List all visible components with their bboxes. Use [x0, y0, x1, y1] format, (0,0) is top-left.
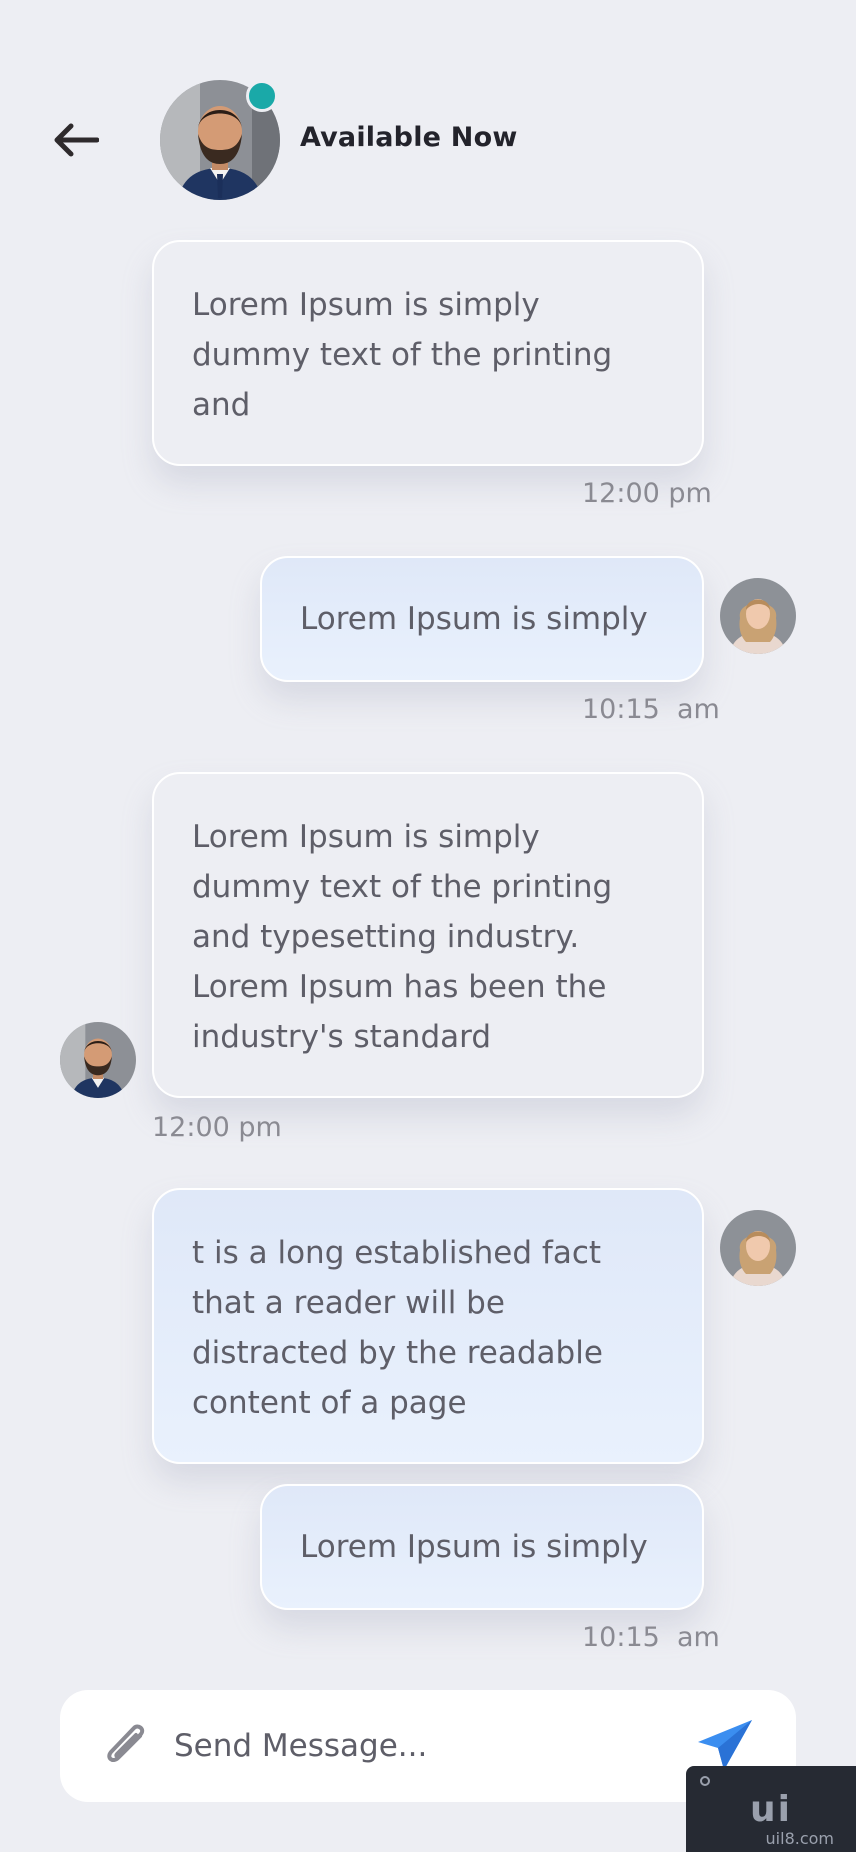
watermark-subtext: uil8.com	[765, 1829, 834, 1848]
arrow-left-icon	[54, 123, 99, 157]
message-bubble-incoming[interactable]: Lorem Ipsum is simply dummy text of the …	[152, 772, 704, 1098]
message-text: Lorem Ipsum is simply	[300, 1529, 648, 1565]
message-time: 12:00 pm	[152, 1112, 282, 1143]
message-text: Lorem Ipsum is simply	[300, 601, 648, 637]
message-bubble-outgoing[interactable]: Lorem Ipsum is simply	[260, 1484, 704, 1610]
message-text: t is a long established fact that a read…	[192, 1235, 603, 1421]
contact-avatar-small	[60, 1022, 136, 1098]
contact-status: Available Now	[300, 122, 518, 153]
message-input[interactable]	[174, 1716, 674, 1776]
online-status-dot	[246, 80, 278, 112]
woman-portrait-icon	[720, 578, 796, 654]
message-bubble-incoming[interactable]: Lorem Ipsum is simply dummy text of the …	[152, 240, 704, 466]
message-time: 10:15 am	[582, 1622, 720, 1653]
man-portrait-icon	[60, 1022, 136, 1098]
back-button[interactable]	[48, 112, 104, 168]
message-bubble-outgoing[interactable]: Lorem Ipsum is simply	[260, 556, 704, 682]
watermark-text: ui	[750, 1788, 792, 1830]
user-avatar	[720, 1210, 796, 1286]
message-time: 10:15 am	[582, 694, 720, 725]
paperclip-icon[interactable]	[100, 1718, 154, 1776]
message-bubble-outgoing[interactable]: t is a long established fact that a read…	[152, 1188, 704, 1464]
message-time: 12:00 pm	[582, 478, 712, 509]
watermark-dot	[700, 1776, 710, 1786]
user-avatar	[720, 578, 796, 654]
message-text: Lorem Ipsum is simply dummy text of the …	[192, 819, 613, 1055]
message-text: Lorem Ipsum is simply dummy text of the …	[192, 287, 613, 423]
woman-portrait-icon	[720, 1210, 796, 1286]
watermark-badge: ui uil8.com	[686, 1766, 856, 1852]
